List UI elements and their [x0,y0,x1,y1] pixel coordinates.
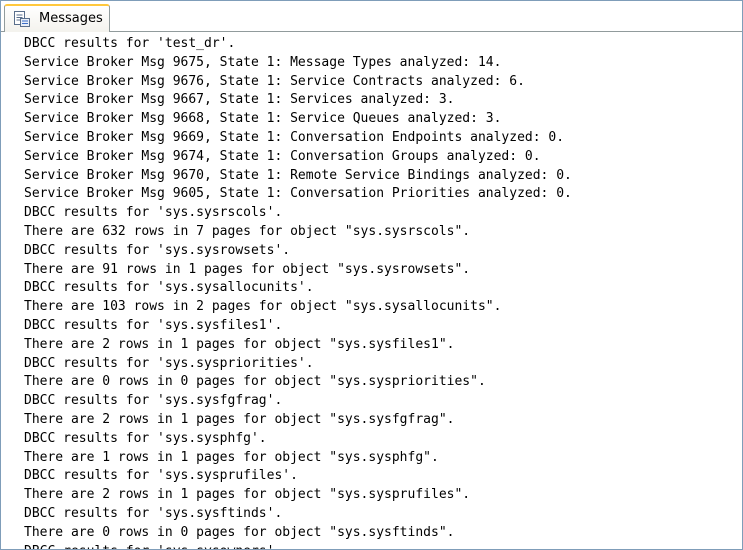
message-line: There are 1 rows in 1 pages for object "… [24,449,439,465]
tab-messages-label: Messages [39,11,103,26]
message-line: Service Broker Msg 9667, State 1: Servic… [24,92,455,108]
messages-pane: Messages DBCC results for 'test_dr'. Serv… [0,0,743,550]
messages-icon [14,10,30,27]
tab-strip: Messages [1,1,742,33]
message-line: Service Broker Msg 9668, State 1: Servic… [24,111,502,127]
message-line: DBCC results for 'sys.sysfgfrag'. [24,393,283,409]
tab-strip-border [1,31,742,32]
message-line: Service Broker Msg 9676, State 1: Servic… [24,73,525,89]
message-line: Service Broker Msg 9675, State 1: Messag… [24,54,502,70]
message-line: There are 632 rows in 7 pages for object… [24,223,471,239]
message-line: DBCC results for 'sys.sysprufiles'. [24,468,298,484]
message-line: There are 2 rows in 1 pages for object "… [24,487,471,503]
message-line: Service Broker Msg 9674, State 1: Conver… [24,148,541,164]
message-line: DBCC results for 'sys.syspriorities'. [24,355,314,371]
message-line: DBCC results for 'test_dr'. [24,36,236,51]
message-line: Service Broker Msg 9670, State 1: Remote… [24,167,572,183]
message-line: There are 0 rows in 0 pages for object "… [24,524,455,540]
message-line: Service Broker Msg 9669, State 1: Conver… [24,129,565,145]
message-line: DBCC results for 'sys.sysphfg'. [24,430,267,446]
message-line: DBCC results for 'sys.sysfiles1'. [24,317,283,333]
message-line: There are 91 rows in 1 pages for object … [24,261,471,277]
message-line: DBCC results for 'sys.sysowners'. [24,543,572,549]
message-list: DBCC results for 'test_dr'. Service Broke… [24,35,572,549]
message-line: DBCC results for 'sys.sysallocunits'. [24,280,314,296]
message-line: There are 0 rows in 0 pages for object "… [24,374,486,390]
message-line: There are 103 rows in 2 pages for object… [24,299,502,315]
tab-messages[interactable]: Messages [4,4,110,31]
message-line: DBCC results for 'sys.sysrowsets'. [24,242,291,258]
message-line: There are 2 rows in 1 pages for object "… [24,411,455,427]
message-line: Service Broker Msg 9605, State 1: Conver… [24,186,572,202]
message-line: DBCC results for 'sys.sysftinds'. [24,505,283,521]
message-line: DBCC results for 'sys.sysrscols'. [24,205,283,221]
message-line: There are 2 rows in 1 pages for object "… [24,336,455,352]
tab-gap [5,31,109,32]
